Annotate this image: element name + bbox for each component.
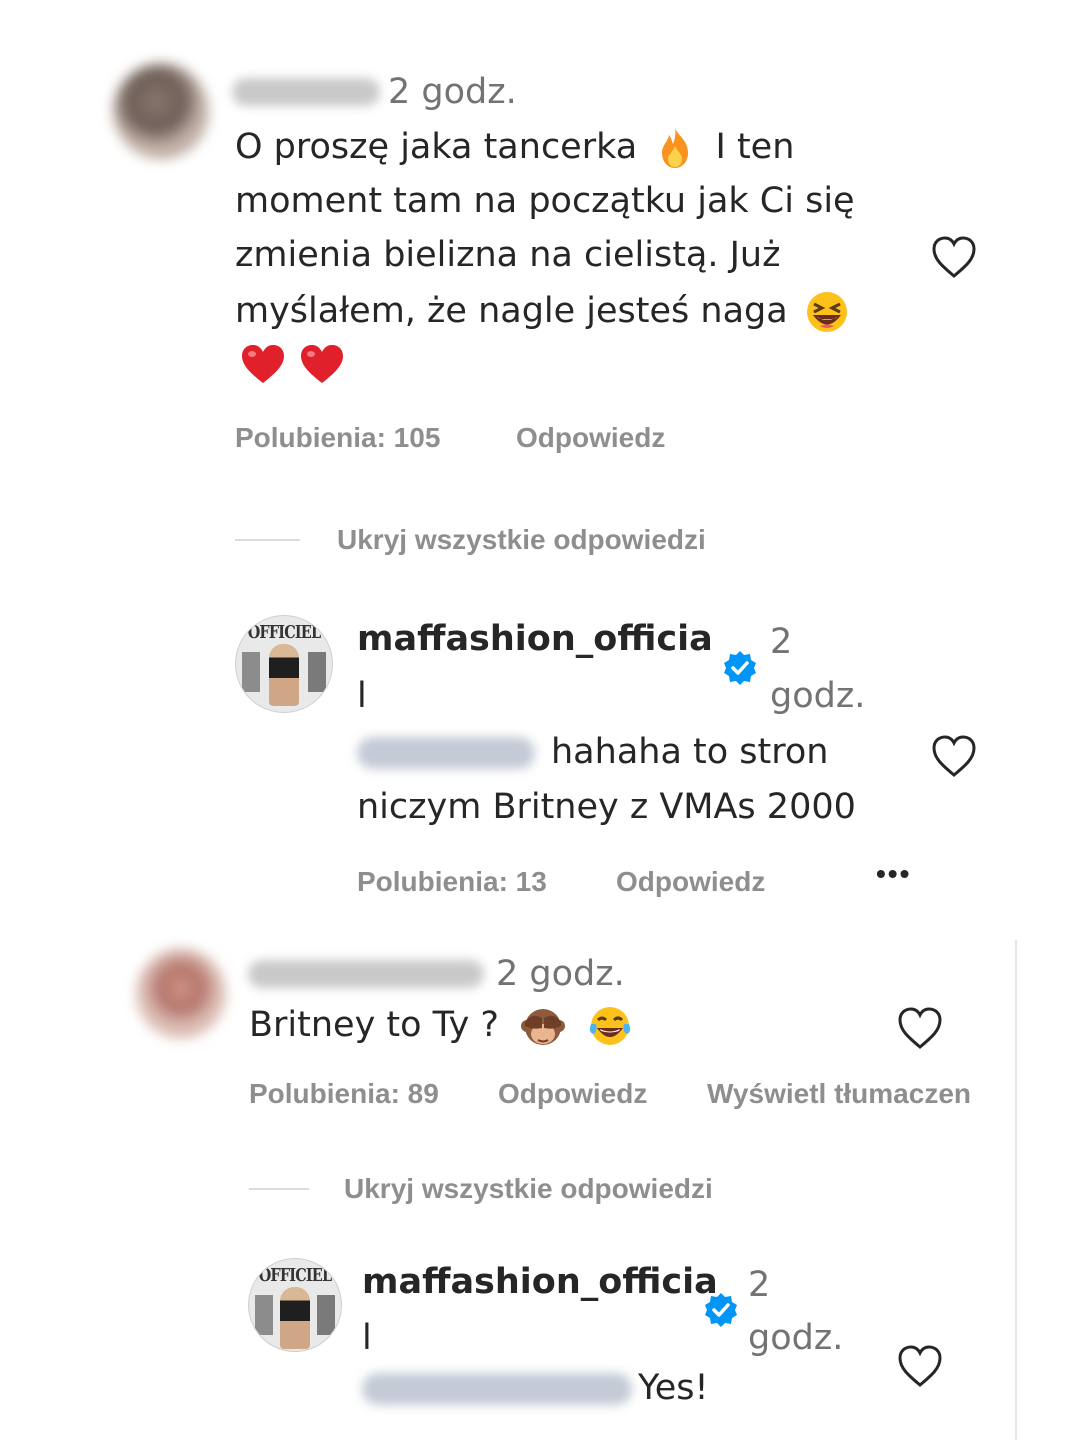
translate-button[interactable]: Wyświetl tłumaczen [707,1078,971,1110]
likes-count[interactable]: Polubienia: 13 [357,866,547,898]
comment-emoji-row [240,343,345,385]
comment-text: myślałem, że nagle jesteś naga [235,284,849,338]
hide-replies-button[interactable]: Ukryj wszystkie odpowiedzi [344,1173,713,1205]
reply-username[interactable]: maffashion_officia [362,1262,718,1302]
like-heart-icon[interactable] [896,1343,944,1389]
comment-text-line: I ten [715,127,795,167]
comment-text-line: moment tam na początku jak Ci się [235,181,855,221]
avatar-logo-text: OFFICIEL [258,1265,332,1286]
avatar-figure [280,1287,310,1349]
likes-count[interactable]: Polubienia: 89 [249,1078,439,1110]
fire-emoji [662,128,689,168]
reply-time-value: 2 [770,622,793,662]
mention-blurred[interactable] [362,1373,632,1405]
comment-text: Britney to Ty ? [249,998,633,1052]
commenter-username-blurred[interactable] [248,960,484,988]
mention-blurred[interactable] [357,737,535,769]
replies-divider [235,539,300,541]
commenter-avatar[interactable] [113,63,209,159]
commenter-username-blurred[interactable] [232,78,380,106]
scrollbar-track[interactable] [1015,940,1017,1440]
comment-text-line: O proszę jaka tancerka [235,127,638,167]
reply-text-line: niczym Britney z VMAs 2000 [357,787,856,827]
comment-text-line: myślałem, że nagle jesteś naga [235,291,788,331]
comment-time: 2 godz. [496,954,625,994]
avatar-background [308,652,326,692]
comment-text-line: Britney to Ty ? [249,1005,500,1045]
like-heart-icon[interactable] [930,234,978,280]
reply-username-tail: l [357,676,367,716]
verified-badge-icon [705,1293,737,1327]
like-heart-icon[interactable] [896,1005,944,1051]
red-heart-emoji [242,345,284,383]
more-options-icon[interactable]: ••• [876,858,911,890]
grinning-squinting-emoji [806,292,847,332]
reply-text-line: hahaha to stron [551,732,829,772]
reply-username-tail: l [362,1318,372,1358]
reply-time-unit: godz. [770,676,866,716]
maffashion-avatar[interactable]: OFFICIEL [248,1258,342,1352]
red-heart-emoji [301,345,344,383]
see-no-evil-monkey-emoji [521,1009,566,1045]
reply-button[interactable]: Odpowiedz [616,866,765,898]
verified-badge-icon [724,651,756,685]
avatar-figure [269,644,299,706]
reply-time-value: 2 [748,1265,771,1305]
reply-text: Yes! [638,1368,709,1408]
likes-count[interactable]: Polubienia: 105 [235,422,440,454]
replies-divider [249,1188,309,1190]
reply-username[interactable]: maffashion_officia [357,619,713,659]
reply-button[interactable]: Odpowiedz [516,422,665,454]
like-heart-icon[interactable] [930,733,978,779]
avatar-background [242,652,260,692]
avatar-background [317,1295,335,1335]
maffashion-avatar[interactable]: OFFICIEL [235,615,333,713]
avatar-background [255,1295,273,1335]
hide-replies-button[interactable]: Ukryj wszystkie odpowiedzi [337,524,706,556]
comment-text: O proszę jaka tancerka I ten [235,120,794,174]
commenter-avatar[interactable] [136,948,226,1038]
tears-of-joy-emoji [590,1007,631,1045]
comment-text-line: zmienia bielizna na cielistą. Już [235,235,781,275]
comment-time: 2 godz. [388,72,517,112]
avatar-logo-text: OFFICIEL [247,622,321,643]
reply-time-unit: godz. [748,1318,844,1358]
reply-button[interactable]: Odpowiedz [498,1078,647,1110]
